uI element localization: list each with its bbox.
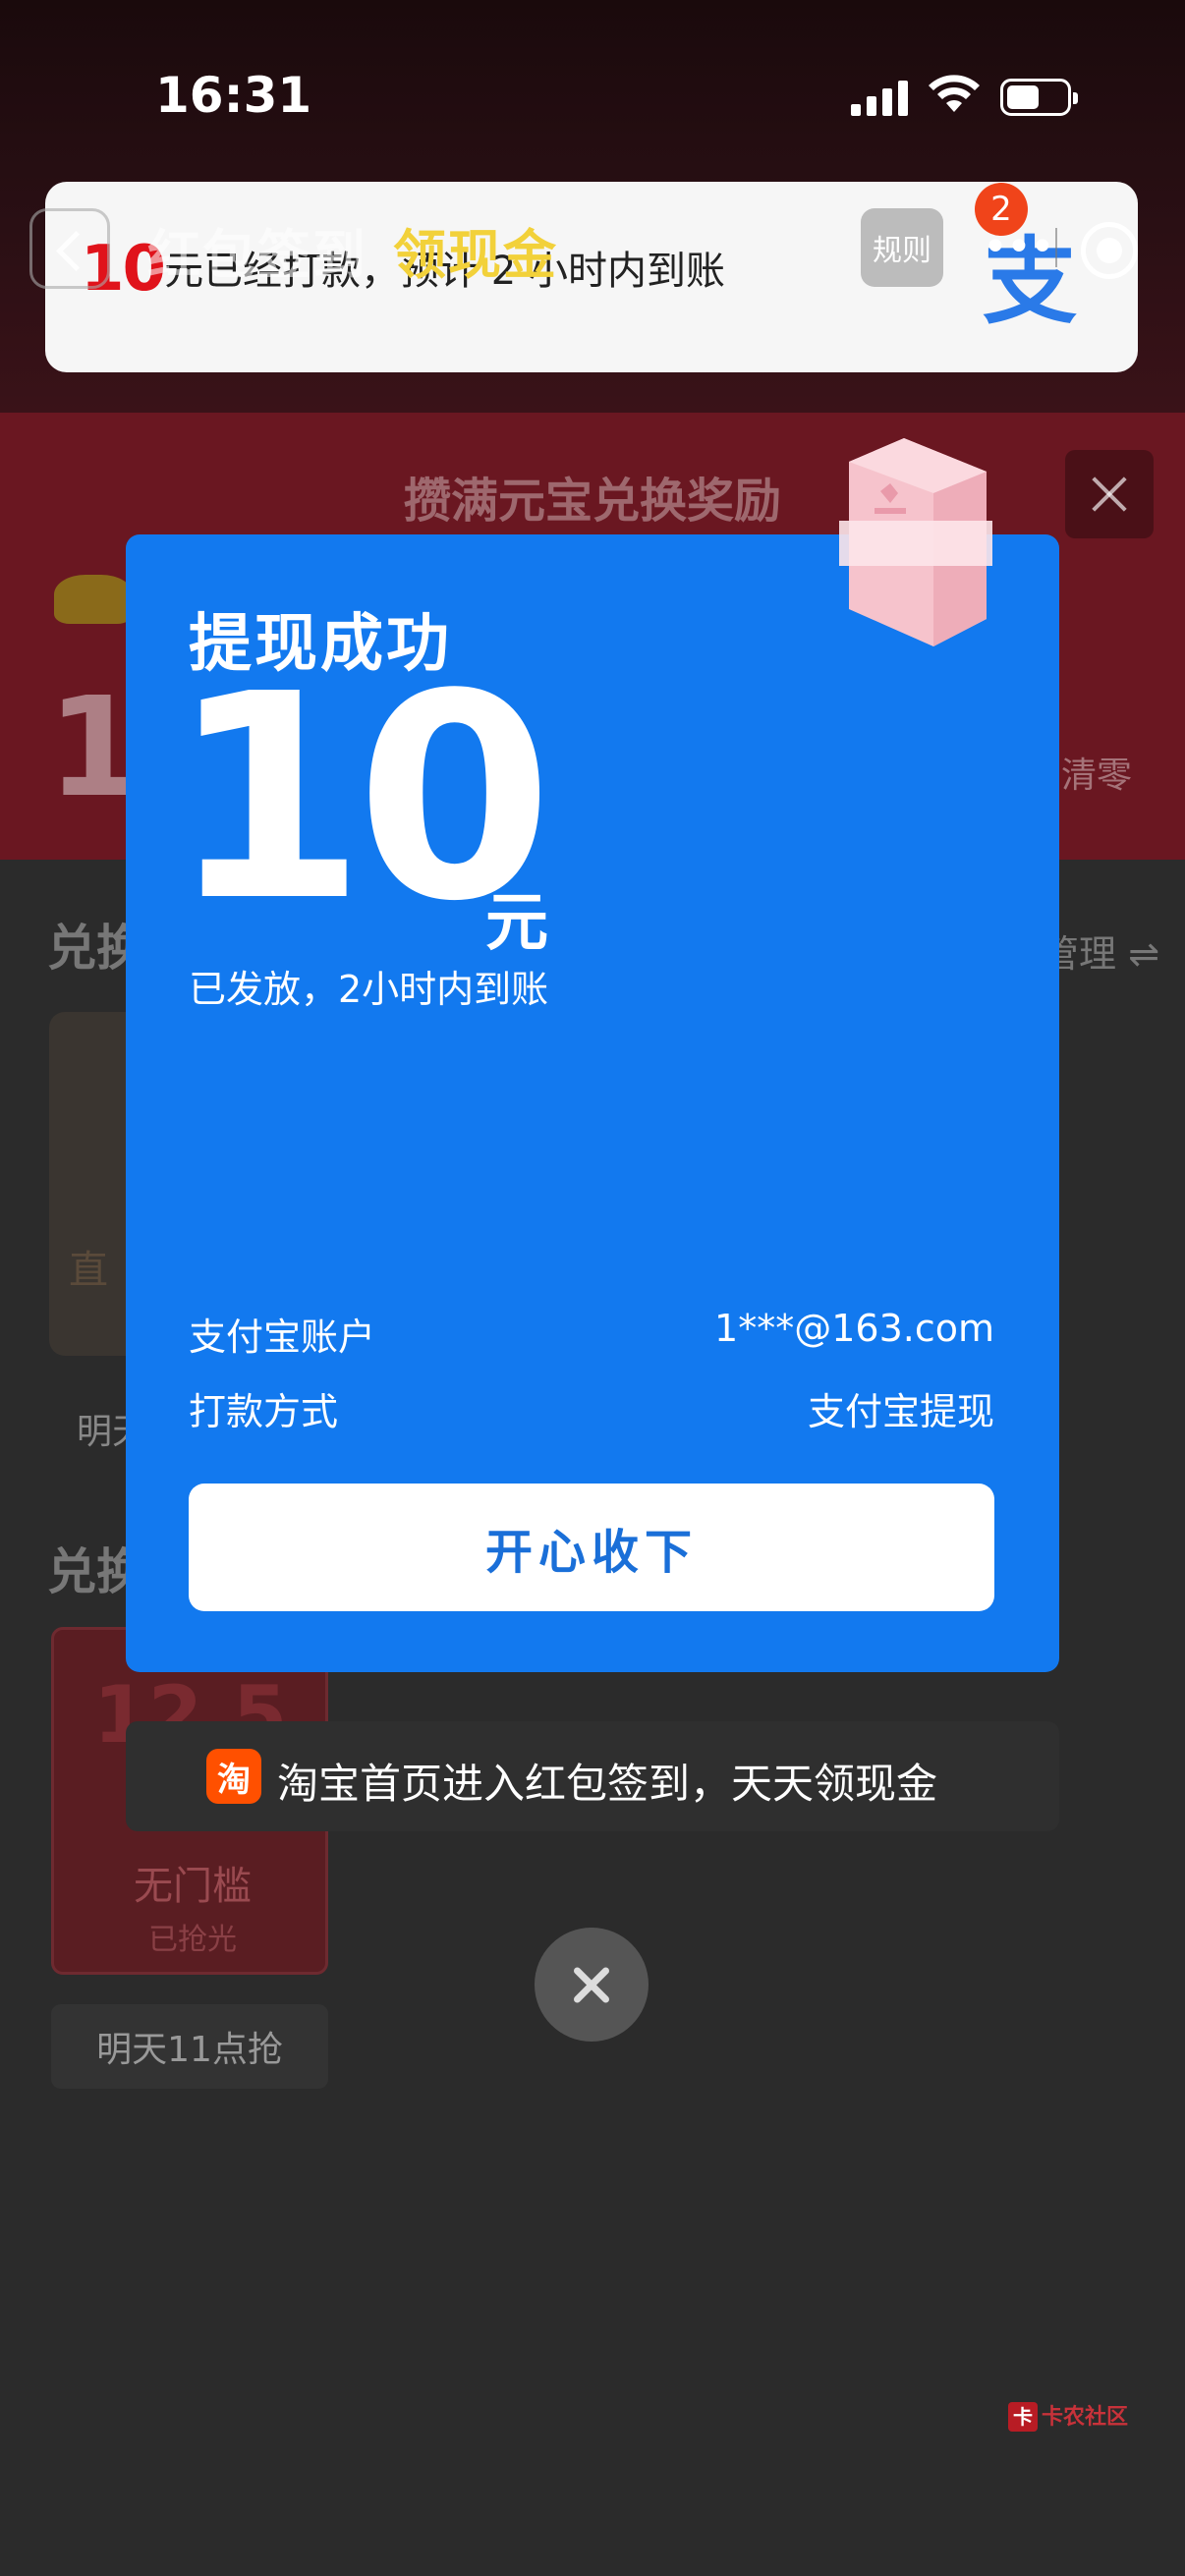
dialog-close-button[interactable] <box>535 1928 649 2042</box>
withdraw-subtitle: 已发放，2小时内到账 <box>189 968 549 1011</box>
gift-box-icon <box>839 438 992 646</box>
method-label: 打款方式 <box>189 1390 339 1433</box>
gold-ingot-icon <box>54 575 133 624</box>
notification-badge: 2 <box>975 183 1028 236</box>
account-row: 支付宝账户 1***@163.com <box>189 1307 994 1361</box>
toast-text: 淘宝首页进入红包签到，天天领现金 <box>277 1760 938 1808</box>
page-title: 红包签到 领现金 <box>147 211 558 289</box>
banner-close-icon[interactable] <box>1065 450 1154 538</box>
reward-banner-title: 攒满元宝兑换奖励 <box>403 474 781 529</box>
back-button[interactable] <box>29 208 110 289</box>
watermark-text: 卡农社区 <box>1042 2405 1129 2430</box>
rules-button[interactable]: 规则 <box>861 208 943 287</box>
method-row: 打款方式 支付宝提现 <box>189 1381 994 1435</box>
coupon-status: 已抢光 <box>148 1923 237 1957</box>
page-title-highlight: 领现金 <box>393 224 558 286</box>
capsule-divider <box>1055 228 1057 267</box>
account-value: 1***@163.com <box>714 1307 994 1350</box>
page-title-text: 红包签到 <box>147 224 367 286</box>
taobao-icon: 淘 <box>206 1749 261 1804</box>
withdraw-success-dialog: 提现成功 10 元 已发放，2小时内到账 支付宝账户 1***@163.com … <box>126 534 1059 1672</box>
accept-button[interactable]: 开心收下 <box>189 1484 994 1611</box>
coupon-condition: 无门槛 <box>134 1864 252 1909</box>
tip-toast: 淘 淘宝首页进入红包签到，天天领现金 <box>126 1721 1059 1831</box>
withdraw-unit: 元 <box>485 887 548 960</box>
account-label: 支付宝账户 <box>189 1316 376 1359</box>
wifi-icon <box>929 75 980 112</box>
close-miniprogram-icon[interactable] <box>1081 222 1138 279</box>
method-value: 支付宝提现 <box>807 1390 994 1433</box>
grab-tomorrow-button[interactable]: 明天11点抢 <box>51 2004 328 2089</box>
clear-label: 清零 <box>1061 756 1133 796</box>
exchange-card-label: 直 <box>69 1248 108 1293</box>
battery-icon <box>1000 79 1078 116</box>
cellular-signal-icon <box>851 79 910 116</box>
watermark-logo: 卡 <box>1008 2402 1038 2432</box>
watermark: 卡卡农社区 <box>1008 2399 1128 2432</box>
status-time: 16:31 <box>155 67 312 124</box>
